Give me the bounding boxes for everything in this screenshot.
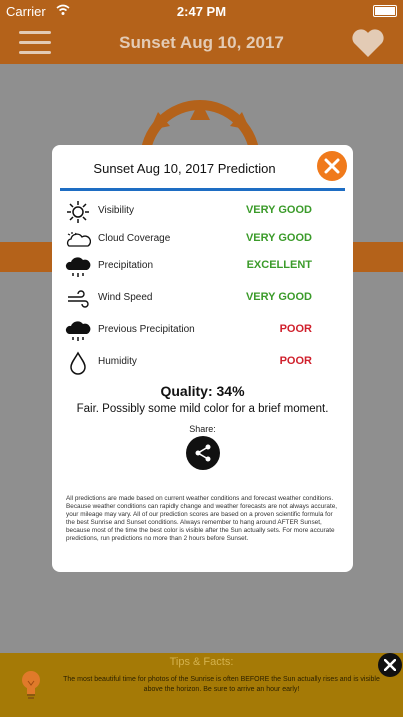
tips-banner: Tips & Facts: The most beautiful time fo…	[0, 653, 403, 717]
row-value: EXCELLENT	[246, 259, 312, 271]
dialog-title: Sunset Aug 10, 2017 Prediction	[93, 161, 276, 176]
sun-icon	[67, 201, 89, 223]
share-label: Share:	[189, 424, 216, 434]
close-button[interactable]	[317, 151, 347, 181]
row-label: Humidity	[98, 356, 137, 367]
heart-icon[interactable]	[351, 28, 385, 58]
cloud-icon	[66, 232, 91, 247]
rain-cloud-icon	[65, 257, 91, 277]
navbar: Sunset Aug 10, 2017	[0, 22, 403, 64]
row-label: Cloud Coverage	[98, 233, 171, 244]
row-value: VERY GOOD	[245, 204, 312, 216]
tips-title: Tips & Facts:	[169, 656, 234, 668]
close-icon	[384, 659, 396, 671]
prediction-dialog: Sunset Aug 10, 2017 Prediction Visibilit…	[52, 145, 353, 572]
row-label: Visibility	[98, 205, 134, 216]
quality-description: Fair. Possibly some mild color for a bri…	[76, 403, 329, 415]
row-label: Wind Speed	[98, 292, 153, 303]
divider	[60, 188, 345, 191]
battery-icon	[373, 5, 397, 17]
share-icon	[195, 444, 211, 462]
row-value: POOR	[279, 355, 312, 367]
prediction-row-previous-precipitation: Previous Precipitation POOR	[52, 317, 353, 345]
prediction-row-precipitation: Precipitation EXCELLENT	[52, 253, 353, 281]
disclaimer-text: All predictions are made based on curren…	[66, 495, 338, 542]
share-button[interactable]	[186, 436, 220, 470]
prediction-row-cloud-coverage: Cloud Coverage VERY GOOD	[52, 226, 353, 254]
row-label: Previous Precipitation	[98, 324, 195, 335]
row-value: POOR	[279, 323, 312, 335]
wind-icon	[68, 290, 89, 308]
prediction-row-visibility: Visibility VERY GOOD	[52, 198, 353, 226]
row-value: VERY GOOD	[245, 232, 312, 244]
row-value: VERY GOOD	[245, 291, 312, 303]
tip-text: The most beautiful time for photos of th…	[63, 676, 380, 693]
clock: 2:47 PM	[176, 4, 227, 19]
prediction-row-humidity: Humidity POOR	[52, 349, 353, 377]
close-icon	[324, 158, 340, 174]
background-band-right	[353, 242, 403, 272]
tip-close-button[interactable]	[378, 653, 402, 677]
row-label: Precipitation	[98, 260, 154, 271]
page-title: Sunset Aug 10, 2017	[119, 33, 284, 52]
background-band-left	[0, 242, 52, 272]
prediction-row-wind-speed: Wind Speed VERY GOOD	[52, 285, 353, 313]
lightbulb-icon	[22, 671, 40, 699]
rain-cloud-icon	[65, 321, 91, 341]
drop-icon	[70, 351, 86, 375]
status-bar: Carrier 2:47 PM	[0, 0, 403, 22]
quality-score: Quality: 34%	[160, 383, 245, 399]
